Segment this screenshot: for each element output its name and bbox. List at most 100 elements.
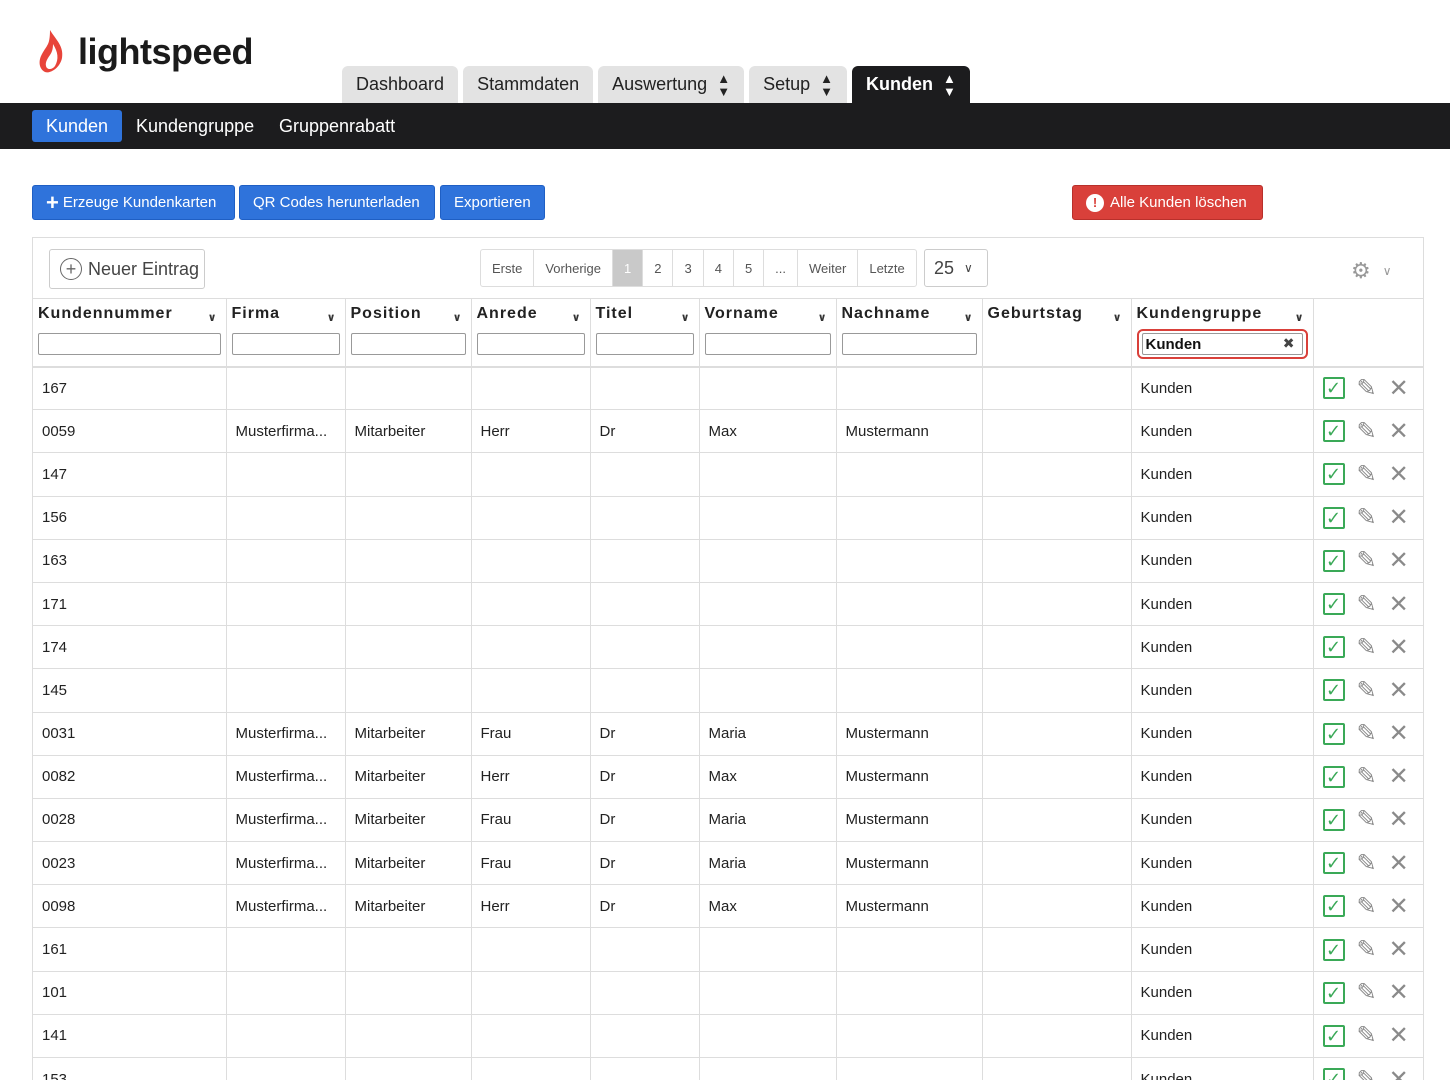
table-row[interactable]: 0082 Musterfirma... Mitarbeiter Herr Dr Max Mu… [33, 755, 1423, 799]
close-icon[interactable]: ✕ [1389, 762, 1409, 791]
tab-auswertung[interactable]: Auswertung ▲ ▼ [598, 66, 745, 103]
table-row[interactable]: 163 Kunden ✓ ✎ ✕ [33, 539, 1423, 583]
checkbox-icon[interactable]: ✓ [1322, 463, 1345, 486]
chevron-down-icon[interactable]: ∨ [818, 311, 827, 324]
logo[interactable]: lightspeed [36, 28, 254, 76]
column-header-anrede[interactable]: Anrede ∨ [471, 298, 591, 368]
export-button[interactable]: Exportieren [440, 185, 545, 220]
pencil-icon[interactable]: ✎ [1357, 590, 1377, 619]
close-icon[interactable]: ✕ [1389, 892, 1409, 921]
tab-kunden[interactable]: Kunden ▲ ▼ [851, 66, 970, 103]
table-row[interactable]: 0098 Musterfirma... Mitarbeiter Herr Dr Max Mu… [33, 884, 1423, 929]
pencil-icon[interactable]: ✎ [1357, 460, 1377, 489]
pencil-icon[interactable]: ✎ [1357, 546, 1377, 575]
delete-all-customers-button[interactable]: ! Alle Kunden löschen [1072, 185, 1263, 220]
close-icon[interactable]: ✕ [1389, 417, 1409, 446]
subnav-gruppenrabatt[interactable]: Gruppenrabatt [265, 110, 409, 142]
page-3[interactable]: 3 [673, 250, 704, 286]
new-entry-button[interactable]: + Neuer Eintrag [49, 249, 205, 289]
close-icon[interactable]: ✕ [1389, 849, 1409, 878]
table-row[interactable]: 0028 Musterfirma... Mitarbeiter Frau Dr Maria… [33, 798, 1423, 843]
create-customer-cards-button[interactable]: + Erzeuge Kundenkarten [32, 185, 235, 220]
checkbox-icon[interactable]: ✓ [1322, 765, 1345, 788]
table-row[interactable]: 0023 Musterfirma... Mitarbeiter Frau Dr Maria… [33, 841, 1423, 886]
checkbox-icon[interactable]: ✓ [1322, 852, 1345, 875]
close-icon[interactable]: ✕ [1389, 633, 1409, 662]
tab-dashboard[interactable]: Dashboard [342, 66, 459, 103]
pencil-icon[interactable]: ✎ [1357, 417, 1377, 446]
page-4[interactable]: 4 [704, 250, 734, 286]
chevron-down-icon[interactable]: ∨ [208, 311, 217, 324]
filter-input-anrede[interactable] [476, 333, 585, 355]
filter-input-kundennummer[interactable] [38, 333, 221, 355]
column-header-vorname[interactable]: Vorname ∨ [699, 298, 837, 368]
pencil-icon[interactable]: ✎ [1357, 676, 1377, 705]
table-row[interactable]: 153 Kunden ✓ ✎ ✕ [33, 1057, 1423, 1080]
pencil-icon[interactable]: ✎ [1357, 719, 1377, 748]
table-row[interactable]: 174 Kunden ✓ ✎ ✕ [33, 625, 1423, 670]
close-icon[interactable]: ✕ [1389, 590, 1409, 619]
table-row[interactable]: 101 Kunden ✓ ✎ ✕ [33, 971, 1423, 1015]
checkbox-icon[interactable]: ✓ [1322, 679, 1345, 702]
close-icon[interactable]: ✕ [1389, 676, 1409, 705]
checkbox-icon[interactable]: ✓ [1322, 1068, 1345, 1080]
checkbox-icon[interactable]: ✓ [1322, 420, 1345, 443]
close-icon[interactable]: ✕ [1389, 546, 1409, 575]
close-icon[interactable]: ✕ [1389, 460, 1409, 489]
column-settings-button[interactable]: ⚙ ∨ [1351, 258, 1392, 284]
filter-input-position[interactable] [350, 333, 466, 355]
page-weiter[interactable]: Weiter [798, 250, 859, 286]
filter-input-titel[interactable] [595, 333, 694, 355]
checkbox-icon[interactable]: ✓ [1322, 808, 1345, 831]
close-icon[interactable]: ✕ [1389, 374, 1409, 403]
page-letzte[interactable]: Letzte [858, 250, 915, 286]
page-5[interactable]: 5 [734, 250, 765, 286]
checkbox-icon[interactable]: ✓ [1322, 506, 1345, 529]
pencil-icon[interactable]: ✎ [1357, 762, 1377, 791]
close-icon[interactable]: ✕ [1389, 935, 1409, 964]
pencil-icon[interactable]: ✎ [1357, 805, 1377, 834]
chevron-down-icon[interactable]: ∨ [572, 311, 581, 324]
table-row[interactable]: 156 Kunden ✓ ✎ ✕ [33, 496, 1423, 540]
filter-input-nachname[interactable] [841, 333, 977, 355]
checkbox-icon[interactable]: ✓ [1322, 895, 1345, 918]
pencil-icon[interactable]: ✎ [1357, 633, 1377, 662]
pencil-icon[interactable]: ✎ [1357, 374, 1377, 403]
checkbox-icon[interactable]: ✓ [1322, 593, 1345, 616]
page-erste[interactable]: Erste [481, 250, 535, 286]
table-row[interactable]: 0059 Musterfirma... Mitarbeiter Herr Dr Max Mu… [33, 409, 1423, 454]
page-2[interactable]: 2 [643, 250, 674, 286]
page-ellipsis[interactable]: ... [764, 250, 799, 286]
table-row[interactable]: 141 Kunden ✓ ✎ ✕ [33, 1014, 1423, 1059]
chevron-down-icon[interactable]: ∨ [1113, 311, 1122, 324]
tab-stammdaten[interactable]: Stammdaten [463, 66, 594, 103]
clear-filter-icon[interactable]: ✖ [1283, 335, 1295, 352]
subnav-kunden[interactable]: Kunden [32, 110, 123, 142]
column-header-firma[interactable]: Firma ∨ [226, 298, 346, 368]
close-icon[interactable]: ✕ [1389, 1021, 1409, 1050]
table-row[interactable]: 171 Kunden ✓ ✎ ✕ [33, 582, 1423, 627]
table-row[interactable]: 147 Kunden ✓ ✎ ✕ [33, 452, 1423, 497]
close-icon[interactable]: ✕ [1389, 978, 1409, 1007]
subnav-kundengruppe[interactable]: Kundengruppe [122, 110, 268, 142]
table-row[interactable]: 145 Kunden ✓ ✎ ✕ [33, 668, 1423, 713]
close-icon[interactable]: ✕ [1389, 805, 1409, 834]
page-vorherige[interactable]: Vorherige [534, 250, 613, 286]
pencil-icon[interactable]: ✎ [1357, 978, 1377, 1007]
checkbox-icon[interactable]: ✓ [1322, 722, 1345, 745]
download-qr-codes-button[interactable]: QR Codes herunterladen [239, 185, 435, 220]
pencil-icon[interactable]: ✎ [1357, 1021, 1377, 1050]
table-row[interactable]: 167 Kunden ✓ ✎ ✕ [33, 366, 1423, 411]
column-header-geburtstag[interactable]: Geburtstag ∨ [982, 298, 1132, 368]
filter-input-firma[interactable] [231, 333, 340, 355]
pencil-icon[interactable]: ✎ [1357, 892, 1377, 921]
checkbox-icon[interactable]: ✓ [1322, 549, 1345, 572]
page-1[interactable]: 1 [613, 250, 644, 286]
close-icon[interactable]: ✕ [1389, 503, 1409, 532]
pencil-icon[interactable]: ✎ [1357, 935, 1377, 964]
pencil-icon[interactable]: ✎ [1357, 503, 1377, 532]
column-header-kundennummer[interactable]: Kundennummer ∨ [33, 298, 227, 368]
checkbox-icon[interactable]: ✓ [1322, 636, 1345, 659]
table-row[interactable]: 161 Kunden ✓ ✎ ✕ [33, 927, 1423, 972]
checkbox-icon[interactable]: ✓ [1322, 981, 1345, 1004]
